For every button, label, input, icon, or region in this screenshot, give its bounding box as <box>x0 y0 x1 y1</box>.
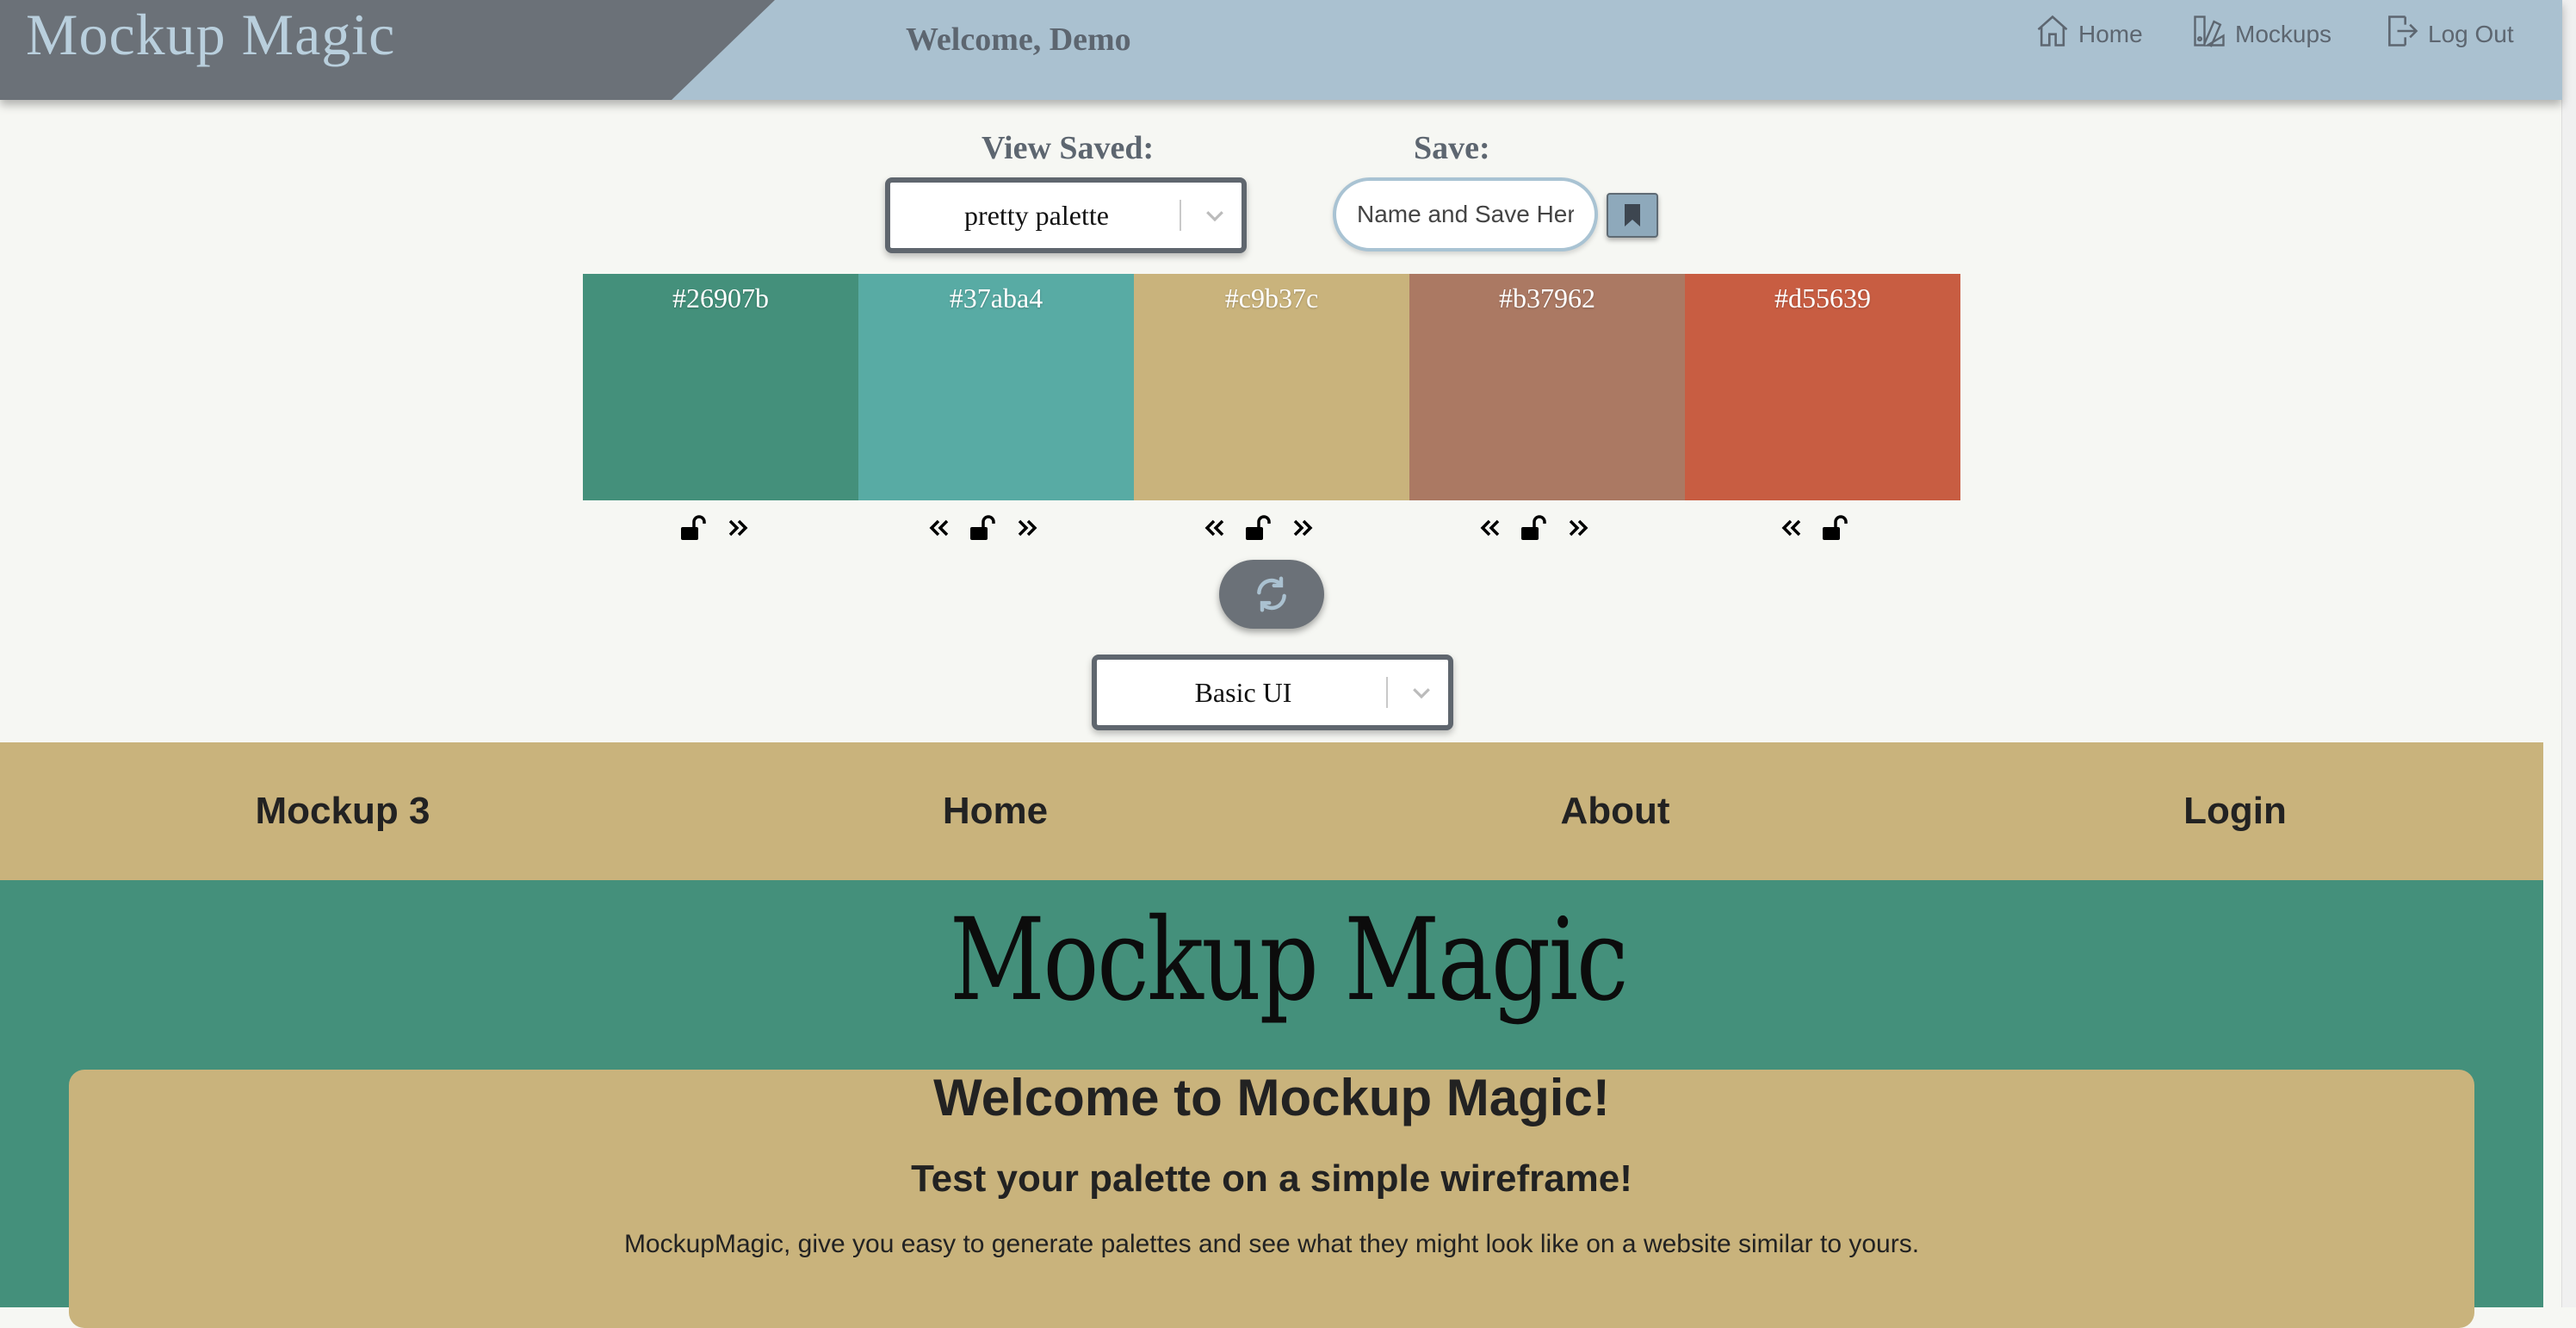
home-icon <box>2037 15 2068 47</box>
swatch-5-hex: #d55639 <box>1774 282 1871 313</box>
template-select[interactable]: Basic UI <box>1092 655 1453 730</box>
chevrons-left-icon[interactable] <box>1204 517 1226 539</box>
swatch-1-hex: #26907b <box>672 282 769 313</box>
unlock-icon[interactable] <box>1520 515 1548 541</box>
brand-logo[interactable]: Mockup Magic <box>26 2 395 67</box>
swatch-5-controls <box>1780 515 1849 541</box>
mockup-logo: Mockup Magic <box>950 894 1628 1027</box>
swatch-3[interactable]: #c9b37c <box>1134 274 1409 500</box>
refresh-icon <box>1257 576 1286 612</box>
mockup-nav-brand[interactable]: Mockup 3 <box>127 742 558 880</box>
swatch-2-hex: #37aba4 <box>949 282 1043 313</box>
chevrons-right-icon[interactable] <box>1567 517 1589 539</box>
chevrons-left-icon[interactable] <box>1479 517 1502 539</box>
app-header: Mockup Magic Welcome, Demo Home Mockups … <box>0 0 2562 100</box>
save-label: Save: <box>1414 130 1490 166</box>
swatch-2-controls <box>928 515 1038 541</box>
nav-logout-label: Log Out <box>2428 21 2514 47</box>
page-scrollbar[interactable] <box>2561 0 2576 1307</box>
unlock-icon[interactable] <box>1245 515 1273 541</box>
swatch-1[interactable]: #26907b <box>583 274 858 500</box>
chevrons-left-icon[interactable] <box>1780 517 1803 539</box>
swatch-4-controls <box>1479 515 1589 541</box>
swatch-4[interactable]: #b37962 <box>1409 274 1685 500</box>
swatch-4-hex: #b37962 <box>1499 282 1595 313</box>
select-separator <box>1180 200 1181 231</box>
mockup-nav-home[interactable]: Home <box>780 742 1211 880</box>
swatch-1-controls <box>680 515 749 541</box>
saved-palette-select[interactable]: pretty palette <box>885 177 1247 253</box>
swatch-2[interactable]: #37aba4 <box>858 274 1134 500</box>
swatch-3-hex: #c9b37c <box>1224 282 1319 313</box>
template-value: Basic UI <box>1194 676 1292 708</box>
mockup-navbar: Mockup 3 Home About Login <box>0 742 2543 880</box>
chevrons-right-icon[interactable] <box>1016 517 1038 539</box>
chevrons-right-icon[interactable] <box>1291 517 1314 539</box>
logout-icon <box>2388 16 2418 47</box>
unlock-icon[interactable] <box>1822 515 1849 541</box>
unlock-icon[interactable] <box>969 515 997 541</box>
chevrons-left-icon[interactable] <box>928 517 951 539</box>
chevron-down-icon <box>1413 688 1430 699</box>
nav-mockups[interactable]: Mockups <box>2190 12 2331 50</box>
mockup-nav-about[interactable]: About <box>1400 742 1830 880</box>
refresh-palette-button[interactable] <box>1219 560 1324 629</box>
color-palette: #26907b #37aba4 #c9b37c #b37962 #d55639 <box>583 274 1960 500</box>
nav-mockups-label: Mockups <box>2235 21 2332 47</box>
chevrons-right-icon[interactable] <box>727 517 749 539</box>
view-saved-label: View Saved: <box>981 130 1155 166</box>
nav-home[interactable]: Home <box>2034 12 2143 50</box>
save-button[interactable] <box>1607 193 1658 238</box>
mockup-nav-login[interactable]: Login <box>2020 742 2450 880</box>
mockup-body-text: MockupMagic, give you easy to generate p… <box>623 1230 1920 1258</box>
save-name-input[interactable] <box>1333 177 1598 251</box>
swatch-3-controls <box>1204 515 1314 541</box>
bookmark-icon <box>1625 204 1640 227</box>
chevron-down-icon <box>1206 211 1223 222</box>
nav-logout[interactable]: Log Out <box>2383 12 2514 50</box>
mockups-icon <box>2194 16 2225 47</box>
welcome-message: Welcome, Demo <box>906 22 1131 58</box>
mockup-title: Welcome to Mockup Magic! <box>933 1069 1610 1126</box>
unlock-icon[interactable] <box>680 515 708 541</box>
mockup-subtitle: Test your palette on a simple wireframe! <box>911 1157 1632 1200</box>
nav-home-label: Home <box>2078 21 2143 47</box>
saved-palette-value: pretty palette <box>964 199 1109 231</box>
select-separator <box>1386 677 1388 708</box>
swatch-5[interactable]: #d55639 <box>1685 274 1960 500</box>
